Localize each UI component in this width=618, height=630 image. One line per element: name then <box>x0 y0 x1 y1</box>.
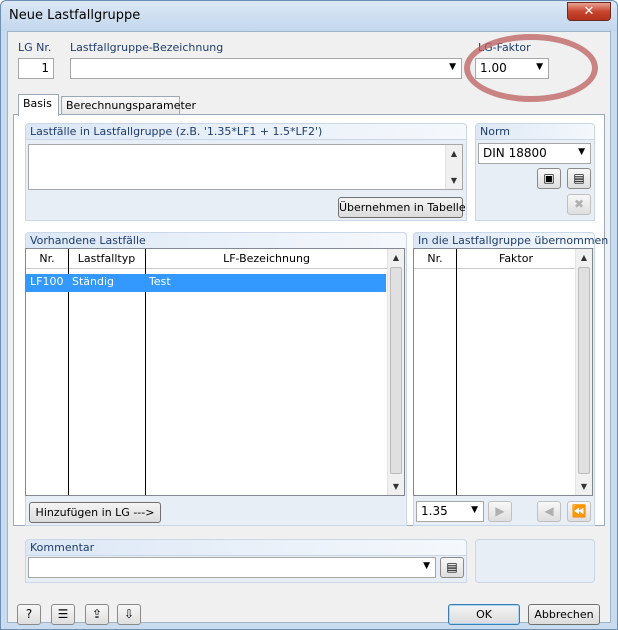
tab-basis[interactable]: Basis <box>18 94 59 116</box>
table-button[interactable]: ☰ <box>51 604 75 625</box>
uebernommen-table-header: Nr. Faktor <box>414 249 576 269</box>
help-icon: ? <box>25 607 33 621</box>
arrow-right-icon: ▶ <box>495 504 505 518</box>
vorhandene-group-title: Vorhandene Lastfälle <box>25 232 407 248</box>
textarea-scrollbar[interactable]: ▲ ▼ <box>445 145 462 189</box>
scroll-down-icon[interactable]: ▼ <box>388 478 404 495</box>
delete-x-icon: ✖ <box>573 197 585 211</box>
kommentar-group-title: Kommentar <box>25 539 467 555</box>
new-norm-button[interactable]: ▣ <box>537 168 561 189</box>
vorhandene-table[interactable]: Nr. Lastfalltyp LF-Bezeichnung LF100 Stä… <box>25 248 405 496</box>
row-lf-bezeichnung: Test <box>149 275 171 288</box>
uebernommen-table[interactable]: Nr. Faktor ▲ ▼ <box>413 248 593 496</box>
double-arrow-left-icon: ⏪ <box>571 504 587 518</box>
export-button[interactable]: ⇪ <box>85 604 109 625</box>
bezeichnung-combo[interactable]: ▼ <box>70 58 462 79</box>
cancel-button[interactable]: Abbrechen <box>528 604 600 625</box>
close-button[interactable]: ✕ <box>567 2 611 21</box>
chevron-down-icon: ▼ <box>449 62 456 72</box>
bezeichnung-label: Lastfallgruppe-Bezeichnung <box>70 41 224 54</box>
lg-faktor-label: LG-Faktor <box>478 41 531 54</box>
vorhandene-scrollbar[interactable]: ▲ ▼ <box>387 249 404 495</box>
empty-panel <box>475 539 595 583</box>
window-title: Neue Lastfallgruppe <box>9 8 141 23</box>
row-lastfalltyp: Ständig <box>72 275 115 288</box>
title-bar[interactable]: Neue Lastfallgruppe ✕ <box>1 1 617 31</box>
edit-norm-button[interactable]: ▤ <box>567 168 591 189</box>
norm-value: DIN 18800 <box>483 146 547 160</box>
scroll-down-icon[interactable]: ▼ <box>446 172 462 189</box>
close-icon: ✕ <box>583 4 595 19</box>
norm-combo[interactable]: DIN 18800 ▼ <box>478 143 591 164</box>
kommentar-select-button[interactable]: ▤ <box>440 557 464 578</box>
arrow-left-icon: ◀ <box>544 504 554 518</box>
remove-button[interactable]: ◀ <box>537 501 561 522</box>
remove-all-button[interactable]: ⏪ <box>567 501 591 522</box>
row-nr: LF100 <box>30 275 64 288</box>
apply-factor-button[interactable]: ▶ <box>488 501 512 522</box>
col-nr-header[interactable]: Nr. <box>414 249 456 268</box>
lastfaelle-group-title-text: Lastfälle in Lastfallgruppe (z.B. '1.35*… <box>30 125 323 138</box>
scroll-thumb[interactable] <box>390 267 402 474</box>
scroll-up-icon[interactable]: ▲ <box>388 249 404 266</box>
col-nr-header[interactable]: Nr. <box>26 249 68 268</box>
lg-nr-label: LG Nr. <box>18 41 52 54</box>
uebernommen-scrollbar[interactable]: ▲ ▼ <box>575 249 592 495</box>
scroll-up-icon[interactable]: ▲ <box>576 249 592 266</box>
vorhandene-table-header: Nr. Lastfalltyp LF-Bezeichnung <box>26 249 388 269</box>
hinzufuegen-button[interactable]: Hinzufügen in LG ---> <box>29 502 161 523</box>
copy-icon: ▤ <box>446 560 458 574</box>
faktor-combo[interactable]: 1.35 ▼ <box>416 501 484 522</box>
lg-faktor-value: 1.00 <box>480 61 507 75</box>
lastfaelle-group-title: Lastfälle in Lastfallgruppe (z.B. '1.35*… <box>25 123 467 139</box>
kommentar-group-title-text: Kommentar <box>30 541 95 554</box>
norm-group-title-text: Norm <box>480 125 511 138</box>
uebernommen-group-title-text: In die Lastfallgruppe übernommen <box>418 234 609 247</box>
col-lastfalltyp-header[interactable]: Lastfalltyp <box>68 249 145 268</box>
tab-berechnungsparameter[interactable]: Berechnungsparameter <box>61 96 196 116</box>
col-lf-bezeichnung-header[interactable]: LF-Bezeichnung <box>145 249 388 268</box>
tab-berechnungsparameter-label: Berechnungsparameter <box>66 99 197 112</box>
import-icon: ⇩ <box>123 607 135 621</box>
delete-norm-button[interactable]: ✖ <box>567 194 591 215</box>
vorhandene-group-title-text: Vorhandene Lastfälle <box>30 234 146 247</box>
chevron-down-icon: ▼ <box>423 561 430 571</box>
column-divider <box>456 249 457 495</box>
scroll-up-icon[interactable]: ▲ <box>446 145 462 162</box>
edit-icon: ▤ <box>573 171 585 185</box>
table-icon: ☰ <box>57 607 69 621</box>
ok-button[interactable]: OK <box>448 604 520 625</box>
export-icon: ⇪ <box>91 607 103 621</box>
lg-nr-value: 1 <box>41 61 49 75</box>
uebernehmen-button[interactable]: Übernehmen in Tabelle <box>338 197 466 218</box>
lastfaelle-textarea[interactable]: ▲ ▼ <box>28 144 463 190</box>
table-row[interactable]: LF100 Ständig Test <box>26 274 386 292</box>
kommentar-combo[interactable]: ▼ <box>28 557 436 578</box>
norm-group-title: Norm <box>475 123 595 139</box>
new-document-icon: ▣ <box>543 171 555 185</box>
faktor-combo-value: 1.35 <box>421 504 448 518</box>
chevron-down-icon: ▼ <box>578 147 585 157</box>
import-button[interactable]: ⇩ <box>117 604 141 625</box>
dialog-window: Neue Lastfallgruppe ✕ LG Nr. 1 Lastfallg… <box>0 0 618 630</box>
scroll-thumb[interactable] <box>578 267 590 474</box>
lg-faktor-combo[interactable]: 1.00 ▼ <box>475 58 549 79</box>
chevron-down-icon: ▼ <box>471 505 478 515</box>
col-faktor-header[interactable]: Faktor <box>456 249 576 268</box>
tab-basis-label: Basis <box>23 97 52 110</box>
chevron-down-icon: ▼ <box>536 62 543 72</box>
uebernommen-group-title: In die Lastfallgruppe übernommen <box>413 232 608 248</box>
scroll-down-icon[interactable]: ▼ <box>576 478 592 495</box>
lg-nr-input[interactable]: 1 <box>18 58 54 79</box>
help-button[interactable]: ? <box>17 604 41 625</box>
